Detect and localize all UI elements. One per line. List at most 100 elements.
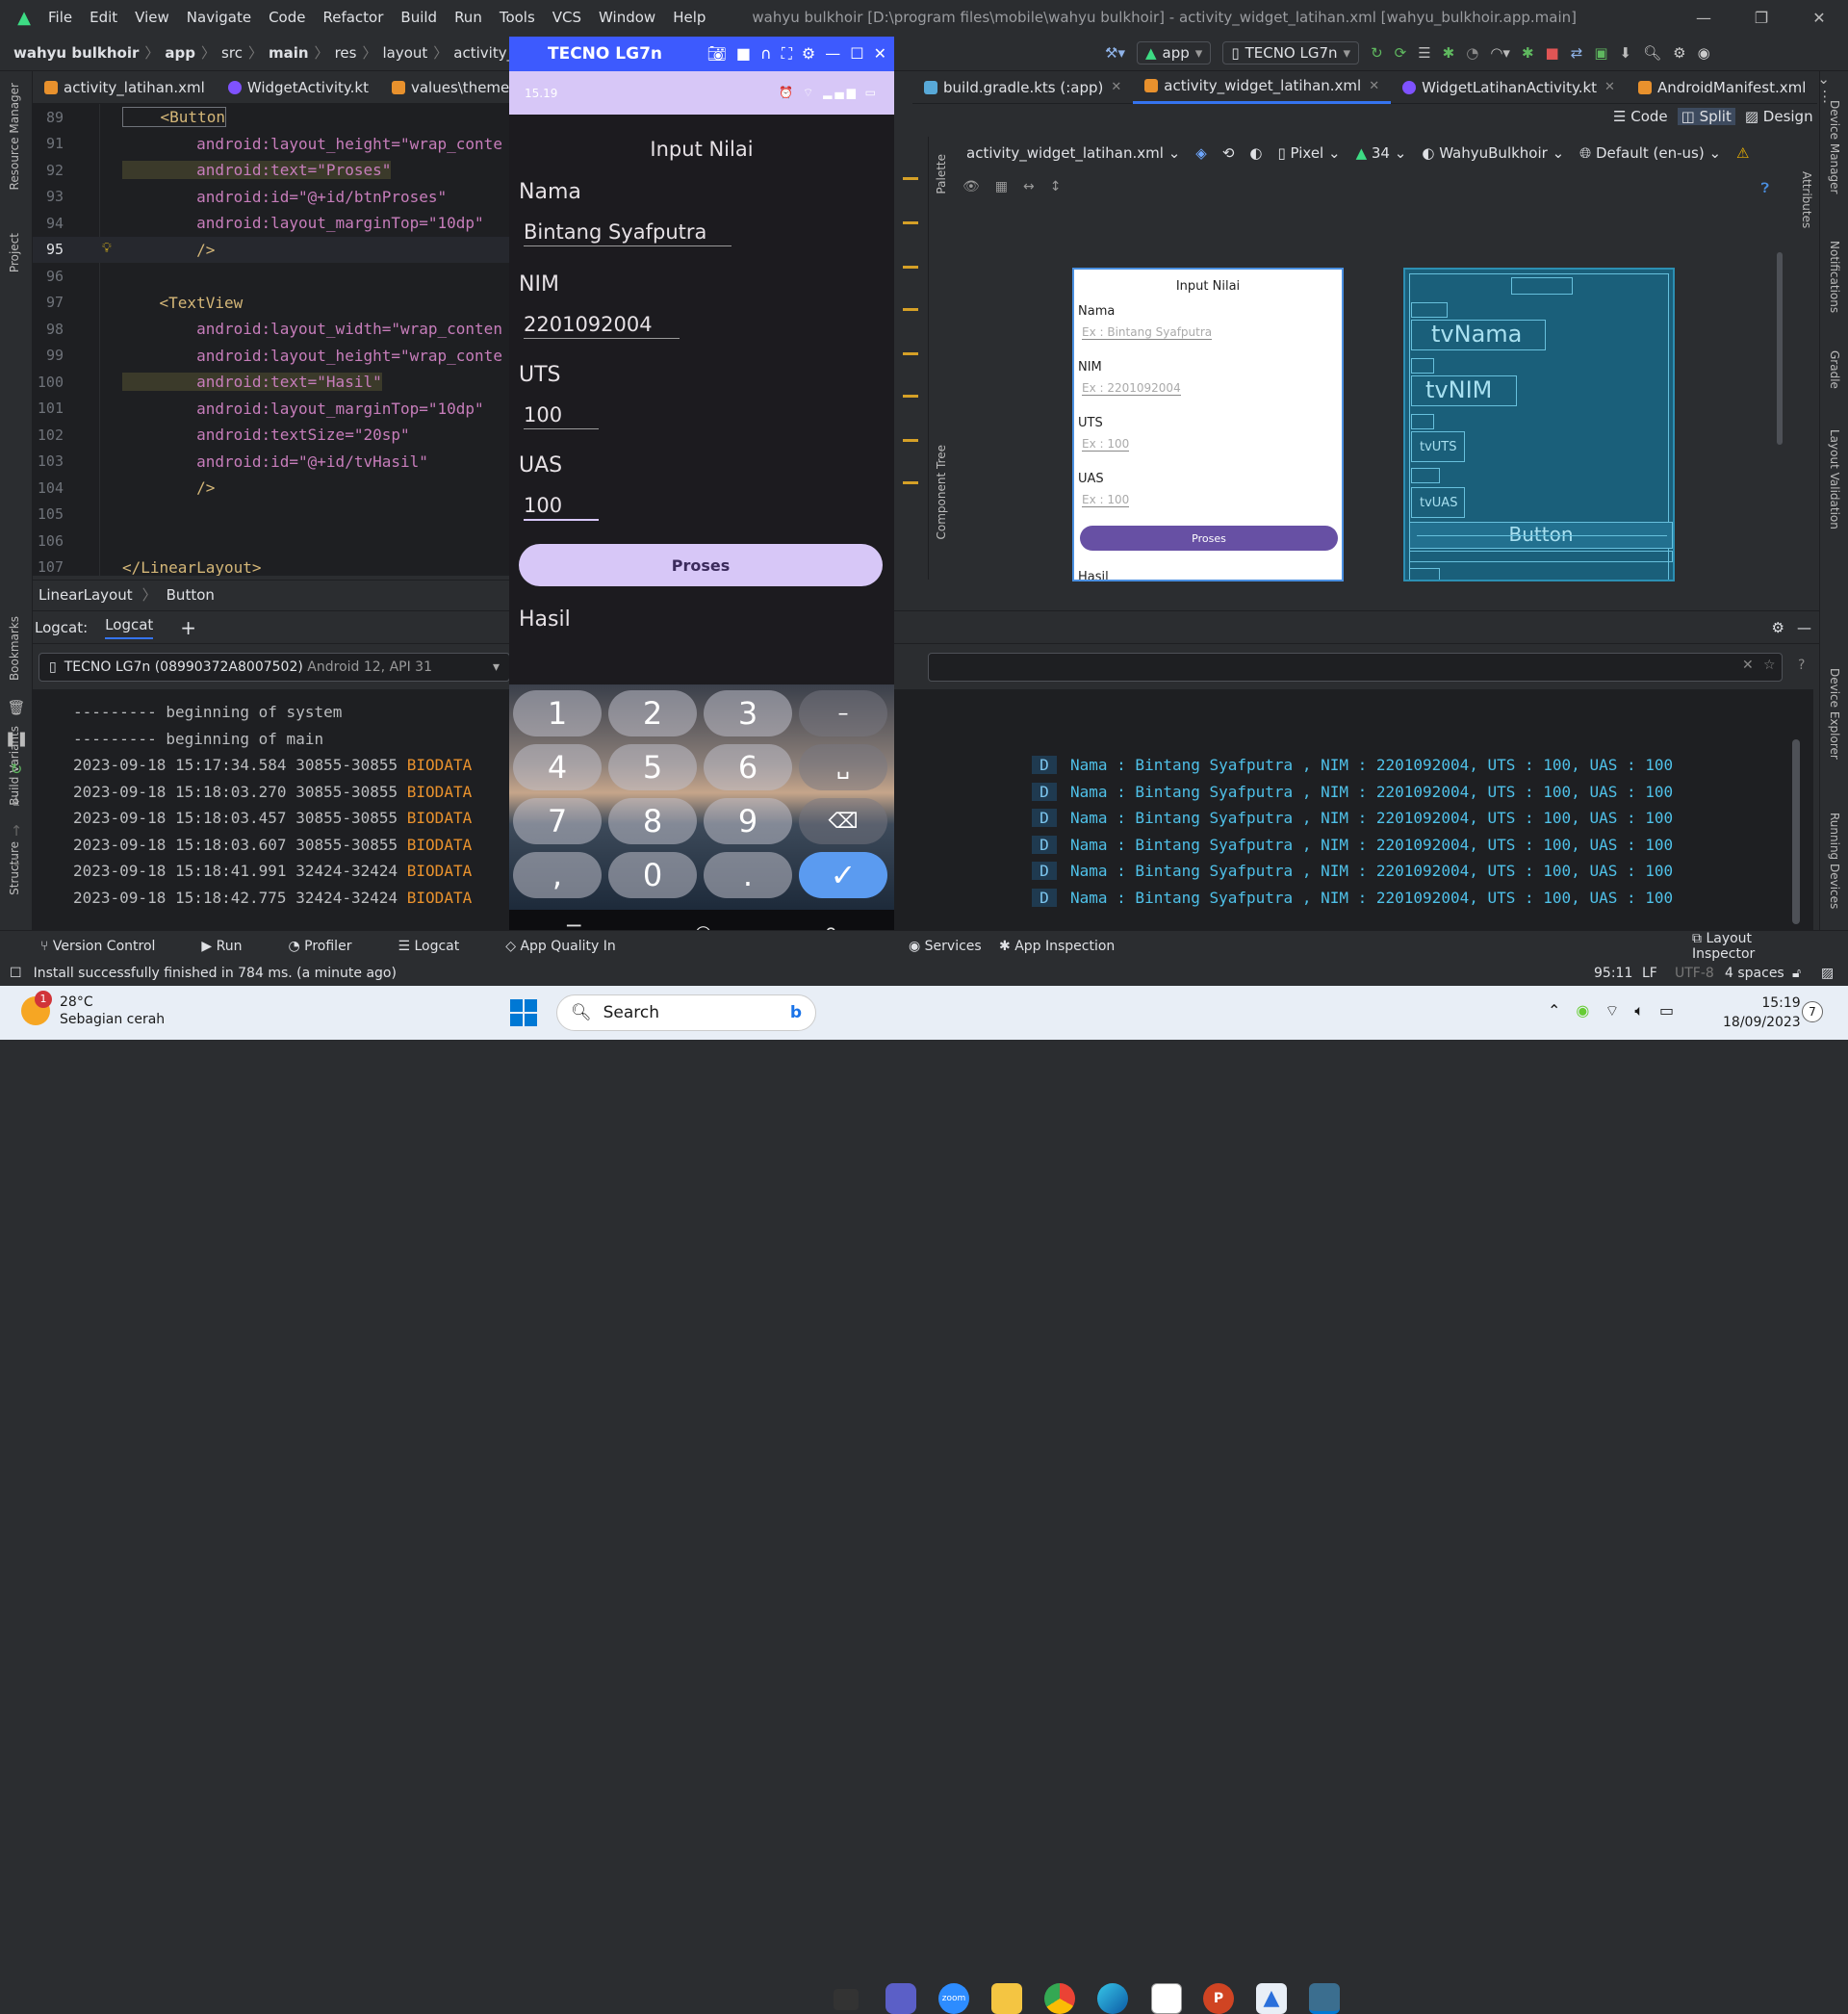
- log-message[interactable]: D Nama : Bintang Syafputra , NIM : 220109…: [1032, 862, 1673, 888]
- up-icon[interactable]: ↑: [11, 822, 23, 839]
- close-tab-icon[interactable]: ✕: [1111, 80, 1121, 94]
- chat-icon[interactable]: [886, 1983, 916, 2014]
- logcat-tab[interactable]: Logcat: [105, 616, 154, 639]
- logcat-output[interactable]: 🗑︎ ❚❚ ↻ ⤓ ↑ ↓ --------- beginning of sys…: [4, 689, 1813, 930]
- menu-view[interactable]: View: [135, 9, 169, 26]
- device-manager-icon[interactable]: ▣: [1594, 44, 1607, 62]
- orientation-icon[interactable]: ⟲: [1222, 144, 1235, 162]
- menu-code[interactable]: Code: [269, 9, 305, 26]
- menu-build[interactable]: Build: [400, 9, 437, 26]
- logcat-filter-input[interactable]: [928, 653, 1783, 682]
- code-line[interactable]: 104 />: [33, 475, 510, 501]
- logcat-scrollbar[interactable]: [1792, 739, 1800, 924]
- indent-setting[interactable]: 4 spaces: [1725, 966, 1784, 981]
- device-explorer-tab[interactable]: Device Explorer: [1828, 668, 1841, 760]
- profile-icon[interactable]: ◔: [1466, 44, 1478, 62]
- keypad-key[interactable]: 3: [704, 690, 792, 736]
- uas-input[interactable]: 100: [524, 494, 599, 521]
- resize-v-icon[interactable]: ↕: [1050, 179, 1062, 194]
- log-line[interactable]: 2023-09-18 15:18:42.775 32424-32424 BIOD…: [73, 889, 472, 915]
- keypad-key[interactable]: 8: [608, 798, 697, 844]
- notifications-tab[interactable]: Notifications: [1828, 241, 1841, 313]
- line-separator[interactable]: LF: [1642, 966, 1657, 981]
- design-scrollbar[interactable]: [1777, 252, 1783, 445]
- log-line[interactable]: 2023-09-18 15:18:41.991 32424-32424 BIOD…: [73, 862, 472, 888]
- breadcrumb-src[interactable]: src: [221, 44, 243, 62]
- notepad-icon[interactable]: [1151, 1983, 1182, 2014]
- code-line[interactable]: 99 android:layout_height="wrap_conte: [33, 343, 510, 369]
- gradle-tab[interactable]: Gradle: [1828, 350, 1841, 389]
- component-tree-tab[interactable]: Component Tree: [935, 445, 948, 539]
- resize-h-icon[interactable]: ↔: [1023, 179, 1035, 194]
- weather-widget[interactable]: 1 28°C Sebagian cerah: [21, 991, 165, 1028]
- bookmarks-tab[interactable]: Bookmarks: [8, 616, 21, 681]
- tab-widget-latihan-activity[interactable]: WidgetLatihanActivity.kt ✕: [1391, 71, 1627, 104]
- lightbulb-icon[interactable]: 💡︎: [102, 241, 112, 256]
- menu-vcs[interactable]: VCS: [552, 9, 581, 26]
- lock-icon[interactable]: 🔓︎: [1792, 966, 1801, 981]
- app-icon[interactable]: ▲: [1256, 1983, 1287, 2014]
- nim-input[interactable]: 2201092004: [524, 313, 680, 339]
- tab-build-gradle[interactable]: build.gradle.kts (:app) ✕: [912, 71, 1133, 104]
- grid-icon[interactable]: ▦: [995, 179, 1008, 194]
- clock[interactable]: 15:19 18/09/2023: [1723, 994, 1801, 1032]
- menu-edit[interactable]: Edit: [90, 9, 117, 26]
- run-tab[interactable]: ▶ Run: [201, 939, 265, 954]
- debug-attach-icon[interactable]: ✱: [1522, 44, 1534, 62]
- breadcrumb-app[interactable]: app: [165, 44, 195, 62]
- device-picker[interactable]: ▯ Pixel ⌄: [1277, 144, 1340, 162]
- layout-inspector-tab[interactable]: ⧉ Layout Inspector: [1692, 931, 1825, 962]
- split-mode-button[interactable]: ◫ Split: [1677, 108, 1735, 125]
- clear-filter-icon[interactable]: ✕: [1742, 658, 1754, 673]
- restore-icon[interactable]: ❐: [1732, 9, 1790, 27]
- code-line[interactable]: 96: [33, 263, 510, 289]
- device-manager-tab[interactable]: Device Manager: [1828, 100, 1841, 194]
- log-line[interactable]: 2023-09-18 15:17:34.584 30855-30855 BIOD…: [73, 756, 472, 782]
- favorite-filter-icon[interactable]: ☆: [1763, 658, 1776, 673]
- design-preview[interactable]: Input Nilai Nama Ex : Bintang Syafputra …: [1072, 268, 1344, 581]
- hammer-icon[interactable]: ⚒▾: [1105, 44, 1125, 62]
- code-editor[interactable]: 89 <Button 91 android:layout_height="wrap…: [33, 104, 510, 576]
- start-button[interactable]: [510, 999, 537, 1026]
- keypad-key[interactable]: 1: [513, 690, 602, 736]
- blueprint-tvuts[interactable]: tvUTS: [1411, 431, 1465, 462]
- cursor-position[interactable]: 95:11: [1594, 966, 1632, 981]
- close-icon[interactable]: ✕: [1790, 9, 1848, 27]
- log-line[interactable]: 2023-09-18 15:18:03.457 30855-30855 BIOD…: [73, 809, 472, 835]
- keypad-key[interactable]: 0: [608, 852, 697, 898]
- add-tab-icon[interactable]: +: [180, 616, 196, 639]
- minimize-icon[interactable]: —: [1675, 9, 1732, 27]
- tray-chevron-icon[interactable]: ⌃: [1548, 1001, 1560, 1020]
- menu-tools[interactable]: Tools: [500, 9, 535, 26]
- code-line[interactable]: 106: [33, 528, 510, 554]
- emulator-maximize-icon[interactable]: ☐: [850, 44, 863, 64]
- volume-icon[interactable]: 🔈︎: [1634, 1001, 1644, 1020]
- layout-file-selector[interactable]: activity_widget_latihan.xml ⌄: [966, 144, 1180, 162]
- attach-icon[interactable]: ◠▾: [1490, 44, 1510, 62]
- keypad-key[interactable]: 2: [608, 690, 697, 736]
- fullscreen-icon[interactable]: ⛶: [782, 44, 792, 64]
- design-mode-button[interactable]: ▨ Design: [1745, 108, 1813, 125]
- down-icon[interactable]: ↓: [11, 853, 23, 870]
- code-line[interactable]: 105: [33, 502, 510, 528]
- tab-activity-latihan[interactable]: activity_latihan.xml: [33, 71, 217, 103]
- close-tab-icon[interactable]: ✕: [1369, 79, 1379, 93]
- log-line[interactable]: --------- beginning of system: [73, 703, 342, 729]
- eye-icon[interactable]: 👁︎: [962, 179, 980, 194]
- tab-themes[interactable]: values\themes.x: [380, 71, 514, 103]
- breadcrumb-res[interactable]: res: [335, 44, 357, 62]
- api-picker[interactable]: ▲ 34 ⌄: [1356, 144, 1407, 162]
- breadcrumb-layout[interactable]: layout: [382, 44, 427, 62]
- task-view-icon[interactable]: [834, 1989, 859, 2010]
- theme-picker[interactable]: ◐ WahyuBulkhoir ⌄: [1422, 144, 1564, 162]
- profiler-tab[interactable]: ◔ Profiler: [288, 939, 374, 954]
- tab-widget-activity[interactable]: WidgetActivity.kt: [217, 71, 380, 103]
- record-icon[interactable]: ■: [736, 44, 751, 64]
- code-line[interactable]: 103 android:id="@+id/tvHasil": [33, 449, 510, 475]
- tab-activity-widget-latihan[interactable]: activity_widget_latihan.xml ✕: [1133, 70, 1392, 104]
- running-devices-tab[interactable]: Running Devices: [1828, 813, 1841, 909]
- code-line[interactable]: 94 android:layout_marginTop="10dp": [33, 210, 510, 236]
- menu-run[interactable]: Run: [454, 9, 482, 26]
- log-message[interactable]: D Nama : Bintang Syafputra , NIM : 220109…: [1032, 888, 1673, 915]
- keypad-key[interactable]: 6: [704, 744, 792, 790]
